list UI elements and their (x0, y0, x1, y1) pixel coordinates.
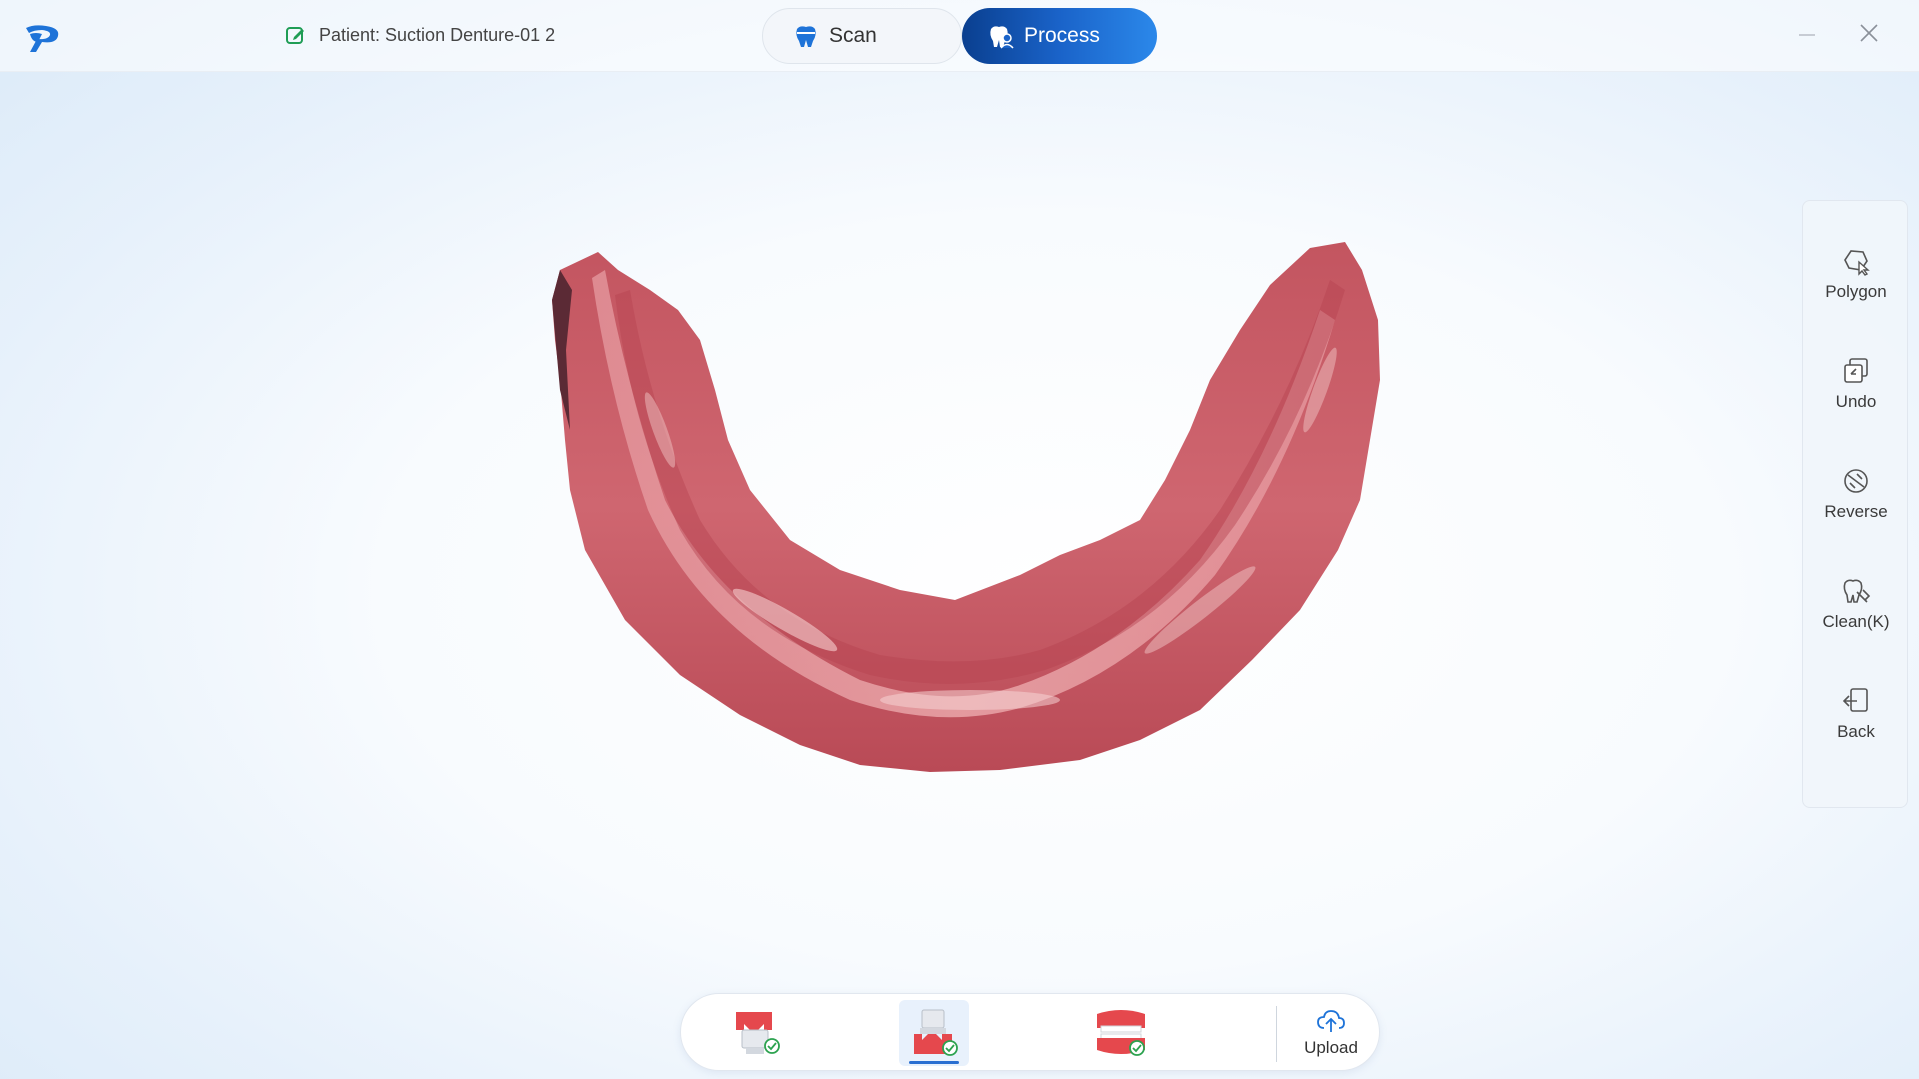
upload-button[interactable]: Upload (1281, 1002, 1381, 1064)
reverse-icon (1844, 469, 1868, 493)
tab-scan[interactable]: Scan (762, 8, 962, 64)
tab-scan-label: Scan (829, 24, 877, 47)
step-divider (1276, 1006, 1277, 1062)
step-bar: Upload (680, 993, 1380, 1071)
patient-info[interactable]: Patient: Suction Denture-01 2 (285, 24, 555, 46)
back-label: Back (1837, 722, 1875, 741)
undo-button[interactable]: Undo (1803, 339, 1909, 429)
clean-button[interactable]: Clean(K) (1803, 559, 1909, 649)
undo-label: Undo (1835, 392, 1877, 411)
step-bite[interactable] (1086, 1000, 1156, 1066)
tooth-user-icon (990, 26, 1014, 49)
polygon-label: Polygon (1825, 282, 1887, 301)
reverse-label: Reverse (1824, 502, 1888, 521)
upload-label: Upload (1304, 1038, 1358, 1057)
back-button[interactable]: Back (1803, 669, 1909, 759)
clean-label: Clean(K) (1822, 612, 1890, 631)
mode-tabs: Scan Process (762, 6, 1157, 66)
title-bar: Patient: Suction Denture-01 2 Scan Proce… (0, 0, 1919, 72)
step-lower-jaw[interactable] (899, 1000, 969, 1066)
lower-jaw-scan-model (552, 242, 1380, 772)
edit-icon[interactable] (285, 24, 307, 46)
undo-icon (1844, 358, 1868, 383)
tab-process-label: Process (1024, 24, 1100, 47)
back-icon (1842, 688, 1868, 712)
active-step-indicator (909, 1061, 959, 1064)
tool-panel: Polygon Undo Reverse Clean(K) Back (1802, 200, 1908, 808)
bite-done-icon (1097, 1010, 1145, 1056)
close-icon[interactable] (1858, 22, 1880, 44)
upper-jaw-done-icon (736, 1012, 780, 1054)
lower-jaw-done-icon (914, 1009, 958, 1056)
polygon-select-icon (1844, 250, 1870, 276)
minimize-icon[interactable] (1796, 22, 1818, 44)
tab-process[interactable]: Process (962, 8, 1157, 64)
tooth-icon (796, 26, 816, 47)
reverse-button[interactable]: Reverse (1803, 449, 1909, 539)
cloud-upload-icon (1317, 1010, 1345, 1032)
patient-name: Patient: Suction Denture-01 2 (319, 24, 556, 45)
polygon-button[interactable]: Polygon (1803, 229, 1909, 319)
clean-tooth-icon (1843, 579, 1871, 603)
app-logo-icon (24, 22, 66, 54)
step-upper-jaw[interactable] (721, 1000, 791, 1066)
scan-viewport[interactable] (500, 230, 1480, 970)
